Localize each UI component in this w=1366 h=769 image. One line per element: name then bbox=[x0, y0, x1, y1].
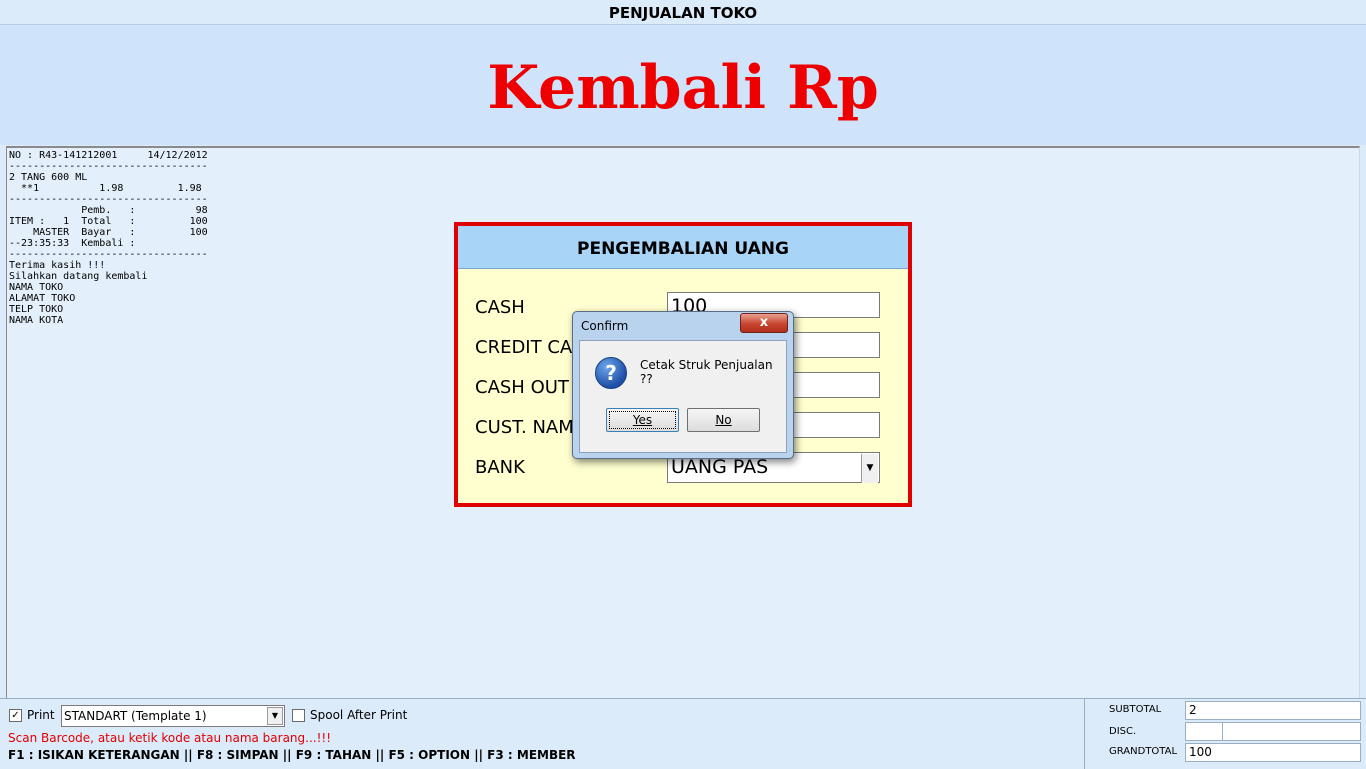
disc-label: DISC. bbox=[1109, 726, 1137, 737]
shortcut-help: F1 : ISIKAN KETERANGAN || F8 : SIMPAN ||… bbox=[8, 748, 576, 762]
chevron-down-icon[interactable]: ▼ bbox=[861, 454, 878, 483]
spool-label: Spool After Print bbox=[310, 708, 408, 722]
grandtotal-label: GRANDTOTAL bbox=[1109, 746, 1178, 757]
change-display: Kembali Rp bbox=[487, 53, 879, 123]
refund-panel-title: PENGEMBALIAN UANG bbox=[458, 226, 908, 269]
scan-hint: Scan Barcode, atau ketik kode atau nama … bbox=[8, 731, 332, 745]
grandtotal-value: 100 bbox=[1185, 743, 1361, 762]
question-icon: ? bbox=[595, 357, 627, 389]
yes-button-label: Yes bbox=[632, 413, 653, 427]
yes-button[interactable]: Yes bbox=[606, 408, 679, 432]
template-select[interactable]: STANDART (Template 1) ▼ bbox=[61, 705, 285, 727]
chevron-down-icon[interactable]: ▼ bbox=[267, 707, 283, 725]
totals-panel: SUBTOTAL 2 DISC. GRANDTOTAL 100 bbox=[1084, 699, 1366, 769]
close-button[interactable]: x bbox=[740, 313, 788, 333]
print-label: Print bbox=[27, 708, 55, 722]
window-title: PENJUALAN TOKO bbox=[0, 0, 1366, 25]
subtotal-value: 2 bbox=[1185, 701, 1361, 720]
disc-value[interactable] bbox=[1185, 722, 1223, 741]
dialog-title: Confirm bbox=[581, 319, 629, 333]
no-button[interactable]: No bbox=[687, 408, 760, 432]
no-button-label: No bbox=[715, 413, 732, 427]
cash-label: CASH bbox=[475, 297, 525, 318]
cust-name-label: CUST. NAME bbox=[475, 417, 586, 438]
receipt-text: NO : R43-141212001 14/12/2012 ----------… bbox=[9, 150, 208, 326]
bank-label: BANK bbox=[475, 457, 525, 478]
close-icon: x bbox=[759, 315, 769, 330]
subtotal-label: SUBTOTAL bbox=[1109, 704, 1162, 715]
dialog-message: Cetak Struk Penjualan ?? bbox=[640, 358, 773, 386]
confirm-dialog: Confirm x ? Cetak Struk Penjualan ?? Yes… bbox=[572, 311, 794, 459]
print-checkbox[interactable]: ✓ bbox=[9, 709, 22, 722]
cash-out-label: CASH OUT bbox=[475, 377, 569, 398]
bank-select-value: UANG PAS bbox=[671, 456, 769, 478]
dialog-body: ? Cetak Struk Penjualan ?? Yes No bbox=[579, 340, 787, 453]
bottom-bar: ✓ Print STANDART (Template 1) ▼ Spool Af… bbox=[0, 698, 1366, 769]
disc-amount bbox=[1222, 722, 1361, 741]
template-select-value: STANDART (Template 1) bbox=[64, 709, 207, 723]
spool-checkbox[interactable] bbox=[292, 709, 305, 722]
